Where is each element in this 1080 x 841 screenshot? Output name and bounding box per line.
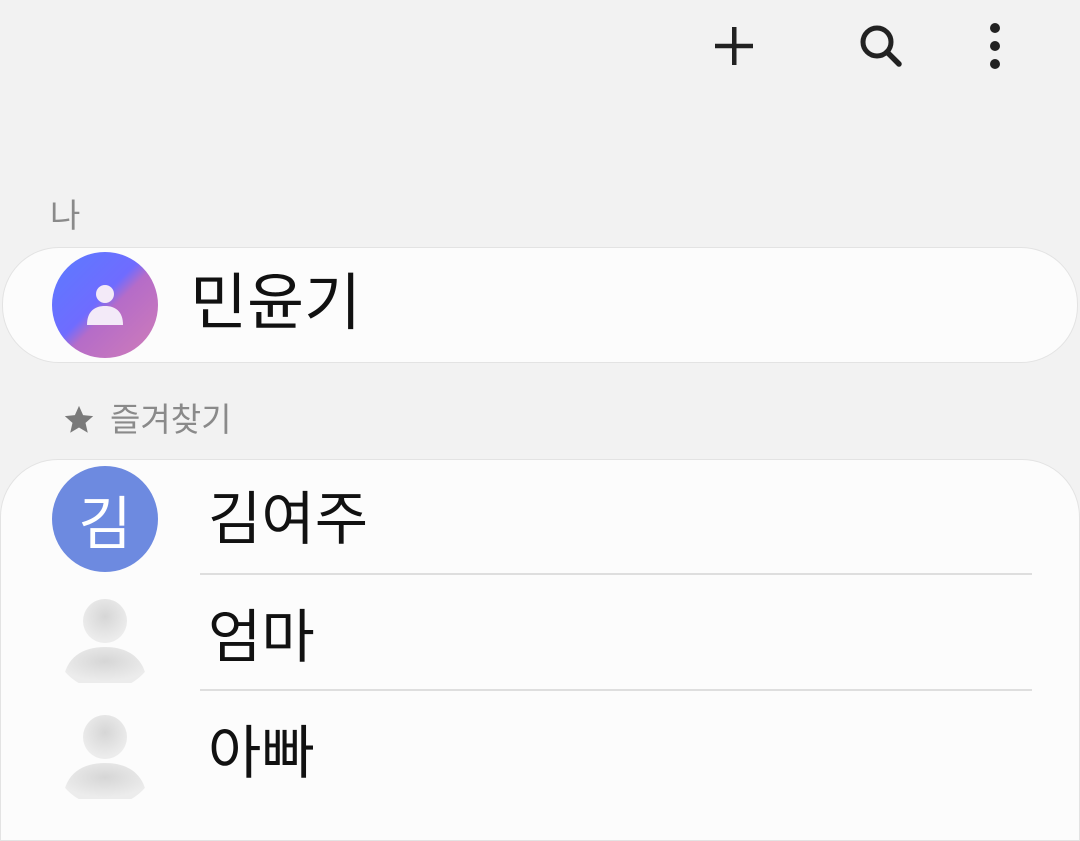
section-label-me: 나 <box>50 196 81 235</box>
section-label-favorites: 즐겨찾기 <box>62 400 231 440</box>
star-icon <box>62 403 96 437</box>
top-toolbar <box>0 0 1080 95</box>
search-button[interactable] <box>849 14 913 78</box>
search-icon <box>860 25 902 67</box>
contact-avatar-mom <box>52 584 158 690</box>
person-placeholder-icon <box>63 715 147 799</box>
contact-name: 아빠 <box>208 719 315 787</box>
my-profile-avatar <box>52 252 158 358</box>
add-contact-button[interactable] <box>702 14 766 78</box>
contact-name: 김여주 <box>208 485 369 553</box>
my-profile-name: 민윤기 <box>190 266 362 339</box>
contact-row-mom[interactable] <box>0 576 1078 690</box>
contact-row-dad[interactable] <box>0 692 1078 810</box>
person-placeholder-icon <box>63 599 147 683</box>
contact-avatar-kim: 김 <box>52 466 158 572</box>
contact-row-kim[interactable] <box>0 460 1078 574</box>
plus-icon <box>715 27 753 65</box>
more-options-button[interactable] <box>963 14 1027 78</box>
person-icon <box>87 285 123 325</box>
contact-avatar-dad <box>52 700 158 806</box>
contact-name: 엄마 <box>208 603 315 671</box>
favorites-label-text: 즐겨찾기 <box>110 400 232 439</box>
divider <box>200 689 1032 691</box>
divider <box>200 573 1032 575</box>
my-profile-card[interactable] <box>2 247 1078 363</box>
more-vertical-icon <box>990 23 1000 69</box>
